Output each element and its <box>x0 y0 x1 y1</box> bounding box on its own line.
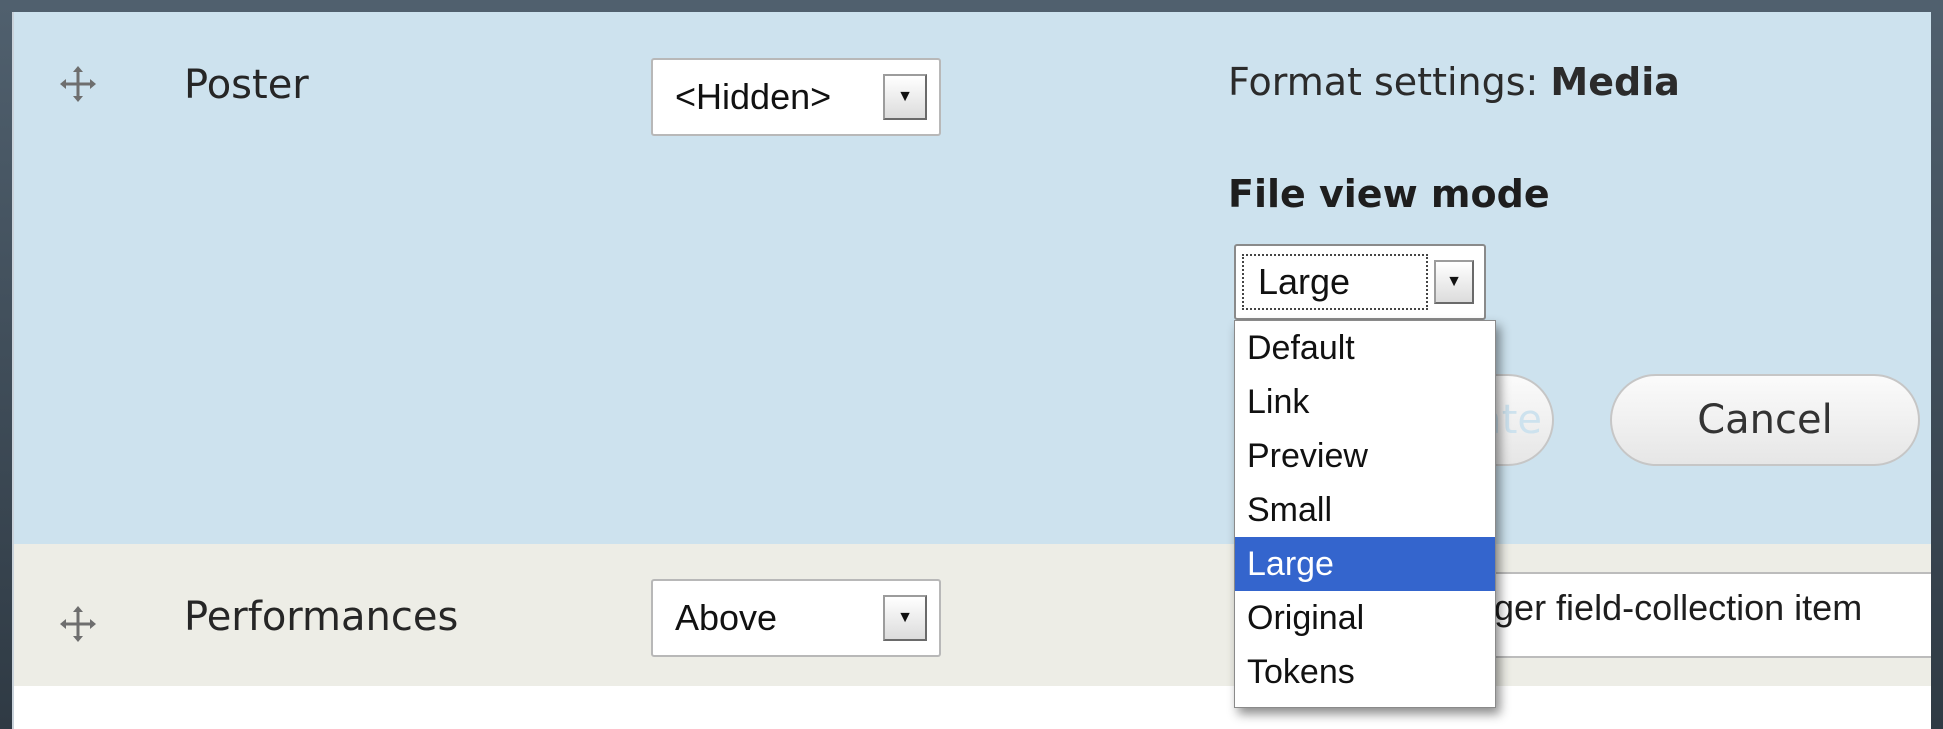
field-label-poster: Poster <box>184 62 309 108</box>
field-label-performances: Performances <box>184 594 459 640</box>
field-display-table: Poster <Hidden> ▼ Format settings: Media… <box>12 12 1931 729</box>
dropdown-option-small[interactable]: Small <box>1235 483 1495 537</box>
table-row-poster: Poster <Hidden> ▼ Format settings: Media… <box>14 12 1931 544</box>
select-arrow-icon: ▼ <box>883 74 927 120</box>
performances-format-summary: ager field-collection item <box>1474 587 1863 628</box>
select-arrow-icon: ▼ <box>883 595 927 641</box>
format-settings-prefix: Format settings: <box>1228 60 1539 104</box>
dropdown-option-default[interactable]: Default <box>1235 321 1495 375</box>
cancel-button[interactable]: Cancel <box>1610 374 1920 466</box>
dropdown-option-link[interactable]: Link <box>1235 375 1495 429</box>
file-view-mode-label: File view mode <box>1228 172 1550 216</box>
dropdown-option-original[interactable]: Original <box>1235 591 1495 645</box>
file-view-mode-select[interactable]: Large ▼ <box>1234 244 1486 320</box>
performances-display-select-value: Above <box>675 597 778 638</box>
poster-display-select[interactable]: <Hidden> ▼ <box>651 58 941 136</box>
drag-handle-icon[interactable] <box>58 604 98 644</box>
select-arrow-icon: ▼ <box>1434 260 1474 304</box>
format-settings-summary: Format settings: Media <box>1228 60 1680 104</box>
drag-handle-icon[interactable] <box>58 64 98 104</box>
dropdown-option-preview[interactable]: Preview <box>1235 429 1495 483</box>
format-settings-value: Media <box>1550 60 1680 104</box>
file-view-mode-select-value: Large <box>1242 254 1428 310</box>
dropdown-option-tokens[interactable]: Tokens <box>1235 645 1495 699</box>
dropdown-option-large[interactable]: Large <box>1235 537 1495 591</box>
file-view-mode-dropdown[interactable]: Default Link Preview Small Large Origina… <box>1234 320 1496 708</box>
poster-display-select-value: <Hidden> <box>675 76 832 117</box>
performances-display-select[interactable]: Above ▼ <box>651 579 941 657</box>
